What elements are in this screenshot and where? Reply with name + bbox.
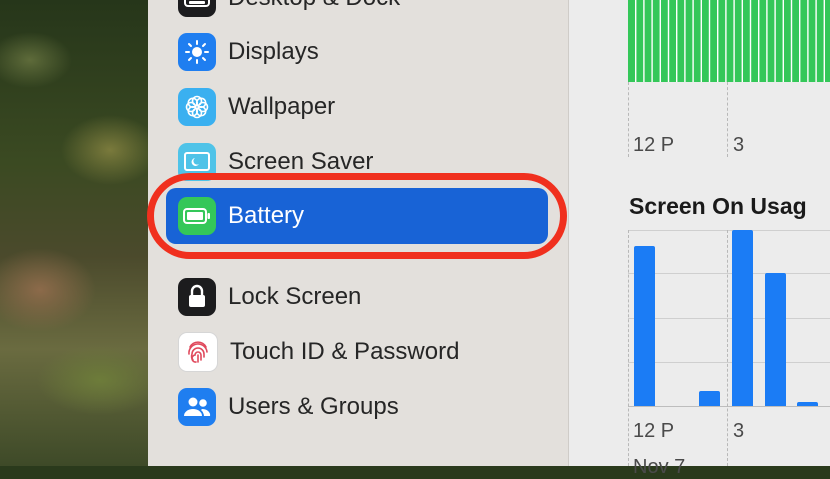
battery-level-bar-gap bbox=[708, 0, 711, 82]
x-tick-label: 3 bbox=[733, 134, 745, 156]
sidebar-item-desktop-dock[interactable]: Desktop & Dock bbox=[178, 0, 558, 20]
usage-bar bbox=[797, 402, 818, 406]
grid-line bbox=[628, 230, 629, 466]
desktop-dock-icon bbox=[178, 0, 216, 17]
sidebar-item-label: Displays bbox=[228, 38, 319, 65]
grid-line bbox=[628, 362, 830, 363]
battery-level-bar-gap bbox=[651, 0, 653, 82]
battery-level-bar-gap bbox=[799, 0, 801, 82]
lock-icon bbox=[178, 278, 216, 316]
grid-line bbox=[628, 273, 830, 274]
grid-line bbox=[628, 82, 629, 157]
battery-level-bar-gap bbox=[766, 0, 768, 82]
battery-level-bar-gap bbox=[659, 0, 661, 82]
sidebar-item-users-groups[interactable]: Users & Groups bbox=[178, 385, 558, 429]
battery-level-bar-gap bbox=[807, 0, 809, 82]
battery-level-bar-gap bbox=[790, 0, 793, 82]
sidebar-item-label: Lock Screen bbox=[228, 283, 362, 310]
fingerprint-icon bbox=[178, 332, 218, 372]
users-icon bbox=[178, 388, 216, 426]
grid-line bbox=[628, 230, 830, 231]
battery-level-bar-gap bbox=[717, 0, 719, 82]
usage-bar bbox=[732, 230, 753, 406]
sun-icon bbox=[178, 33, 216, 71]
screen-on-usage-title: Screen On Usag bbox=[629, 193, 807, 219]
battery-level-bar-gap bbox=[643, 0, 645, 82]
grid-line bbox=[727, 230, 728, 466]
battery-level-bar-gap bbox=[684, 0, 686, 82]
usage-bar bbox=[634, 246, 655, 406]
annotation-highlight-ring bbox=[147, 173, 567, 259]
grid-line bbox=[727, 82, 728, 157]
sidebar-item-label: Desktop & Dock bbox=[228, 0, 400, 12]
battery-level-bar-gap bbox=[692, 0, 694, 82]
battery-level-bar-gap bbox=[676, 0, 678, 82]
grid-line bbox=[628, 318, 830, 319]
battery-level-bar-gap bbox=[823, 0, 825, 82]
x-tick-label: 3 bbox=[733, 420, 745, 442]
desktop-wallpaper bbox=[0, 0, 148, 466]
battery-level-bar-gap bbox=[700, 0, 702, 82]
usage-bar bbox=[699, 391, 720, 406]
sidebar-item-label: Users & Groups bbox=[228, 393, 399, 420]
battery-level-bar-gap bbox=[758, 0, 760, 82]
chart-baseline bbox=[628, 406, 830, 407]
x-tick-label: 12 P bbox=[633, 420, 675, 442]
sidebar-item-label: Touch ID & Password bbox=[230, 338, 460, 365]
battery-level-bar-gap bbox=[725, 0, 727, 82]
flower-icon bbox=[178, 88, 216, 126]
x-tick-label: 12 P bbox=[633, 134, 675, 156]
sidebar-item-label: Wallpaper bbox=[228, 93, 336, 120]
sidebar-item-wallpaper[interactable]: Wallpaper bbox=[178, 85, 558, 129]
date-label: Nov 7 bbox=[633, 456, 686, 478]
sidebar-item-lock-screen[interactable]: Lock Screen bbox=[178, 275, 558, 319]
sidebar-item-touch-id[interactable]: Touch ID & Password bbox=[178, 330, 558, 374]
battery-level-bar-gap bbox=[741, 0, 743, 82]
battery-main-panel: 12 P 3 Screen On Usag 12 P 3 Nov 7 bbox=[569, 0, 830, 478]
battery-level-bar-gap bbox=[749, 0, 752, 82]
sidebar-item-displays[interactable]: Displays bbox=[178, 30, 558, 74]
battery-level-bar-gap bbox=[635, 0, 637, 82]
battery-level-bar-gap bbox=[815, 0, 817, 82]
battery-level-bar-gap bbox=[667, 0, 670, 82]
battery-level-bar-gap bbox=[733, 0, 735, 82]
battery-level-bar-gap bbox=[774, 0, 776, 82]
battery-level-chart bbox=[628, 0, 830, 82]
battery-level-bar-gap bbox=[782, 0, 784, 82]
sidebar-item-label: Screen Saver bbox=[228, 148, 374, 175]
usage-bar bbox=[765, 273, 786, 406]
